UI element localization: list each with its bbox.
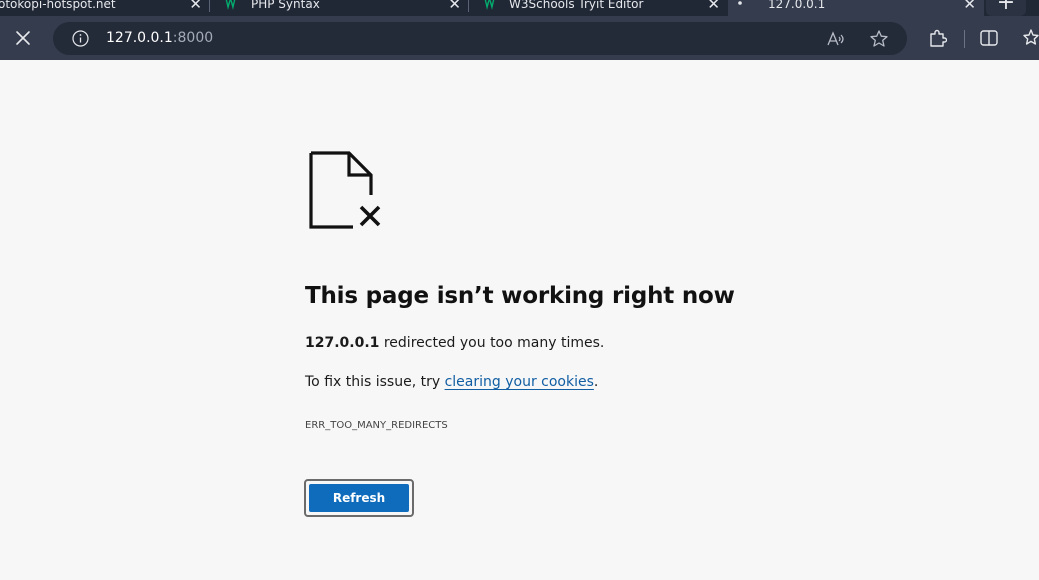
tab-title: otokopi-hotspot.net xyxy=(0,0,116,11)
read-aloud-glyph xyxy=(827,31,844,46)
close-icon[interactable]: ✕ xyxy=(189,0,202,12)
favorite-star-icon[interactable] xyxy=(868,28,890,50)
broken-document-icon xyxy=(309,151,381,229)
loading-icon xyxy=(738,1,742,5)
tab-localhost-active[interactable]: 127.0.0.1 ✕ xyxy=(728,0,984,16)
star-glyph xyxy=(870,30,888,47)
fix-suffix: . xyxy=(593,374,599,390)
redirect-text: redirected you too many times. xyxy=(379,335,605,351)
close-icon xyxy=(16,31,30,45)
url-text[interactable]: 127.0.0.1:8000 xyxy=(106,30,213,47)
close-icon[interactable]: ✕ xyxy=(707,0,720,12)
split-glyph xyxy=(980,30,998,46)
fix-message: To fix this issue, try clearing your coo… xyxy=(305,374,598,390)
w3schools-icon xyxy=(484,0,495,10)
tab-w3schools-tryit[interactable]: W3Schools Tryit Editor ✕ xyxy=(470,0,728,16)
error-page: This page isn’t working right now 127.0.… xyxy=(0,60,1039,580)
tab-title: W3Schools Tryit Editor xyxy=(509,0,644,11)
error-code: ERR_TOO_MANY_REDIRECTS xyxy=(305,420,448,431)
clear-cookies-link[interactable]: clearing your cookies xyxy=(445,374,594,390)
new-tab-button[interactable]: + xyxy=(986,0,1026,16)
address-bar[interactable]: 127.0.0.1:8000 xyxy=(53,22,907,55)
read-aloud-icon[interactable] xyxy=(825,28,847,50)
close-icon[interactable]: ✕ xyxy=(963,0,976,12)
url-host: 127.0.0.1 xyxy=(106,30,173,46)
host-name: 127.0.0.1 xyxy=(305,335,380,351)
tab-php-syntax[interactable]: PHP Syntax ✕ xyxy=(211,0,469,16)
page-title: This page isn’t working right now xyxy=(305,283,735,309)
w3schools-icon xyxy=(225,0,236,10)
info-icon[interactable] xyxy=(72,30,89,47)
tab-title: PHP Syntax xyxy=(251,0,320,11)
stop-loading-button[interactable] xyxy=(8,23,38,53)
tab-strip: otokopi-hotspot.net ✕ PHP Syntax ✕ W3Sch… xyxy=(0,0,1039,16)
puzzle-glyph xyxy=(930,29,947,47)
close-icon[interactable]: ✕ xyxy=(448,0,461,12)
refresh-button[interactable]: Refresh xyxy=(309,484,409,512)
refresh-focus-ring: Refresh xyxy=(304,479,414,517)
extensions-icon[interactable] xyxy=(926,27,948,49)
redirect-message: 127.0.0.1 redirected you too many times. xyxy=(305,335,604,351)
browser-toolbar: 127.0.0.1:8000 xyxy=(0,16,1039,60)
favorites-glyph xyxy=(1023,29,1039,45)
tab-separator xyxy=(468,0,469,12)
fix-prefix: To fix this issue, try xyxy=(305,374,445,390)
toolbar-divider xyxy=(964,30,965,48)
favorites-icon[interactable] xyxy=(1022,27,1039,49)
split-screen-icon[interactable] xyxy=(978,27,1000,49)
tab-otokopi-hotspot[interactable]: otokopi-hotspot.net ✕ xyxy=(0,0,210,16)
url-port: :8000 xyxy=(172,30,214,46)
tab-title: 127.0.0.1 xyxy=(768,0,826,11)
tab-separator xyxy=(209,0,210,12)
